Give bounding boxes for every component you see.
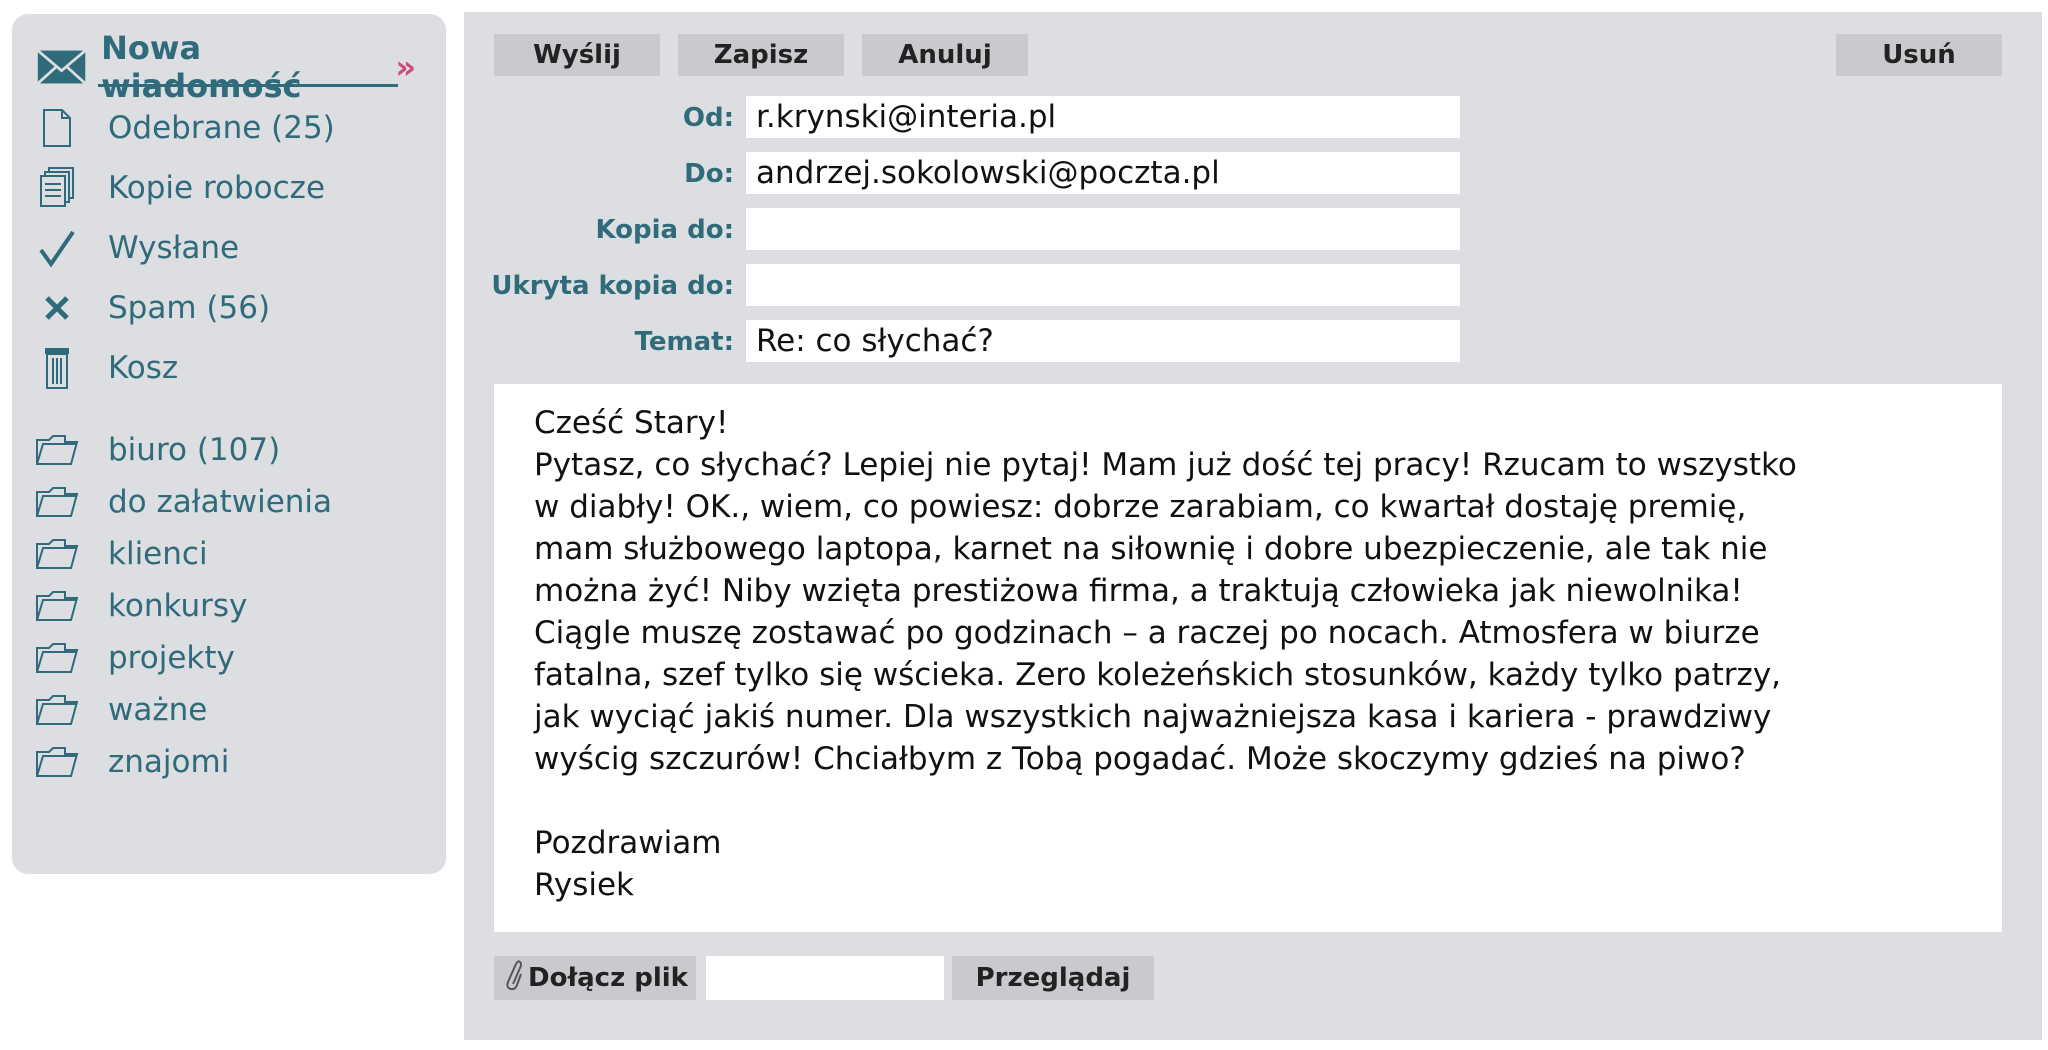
sidebar: Nowa wiadomość » Odebrane (25) Kopie rob… bbox=[12, 14, 446, 874]
send-button[interactable]: Wyślij bbox=[494, 34, 660, 76]
spam-x-icon bbox=[32, 286, 82, 330]
new-message-label: Nowa wiadomość bbox=[101, 29, 302, 105]
browse-button[interactable]: Przeglądaj bbox=[952, 956, 1154, 1000]
body-signature: Rysiek bbox=[534, 867, 634, 903]
folder-item-biuro[interactable]: biuro (107) bbox=[32, 424, 432, 476]
folder-icon bbox=[32, 532, 82, 576]
subject-field[interactable]: Re: co słychać? bbox=[746, 320, 1460, 362]
body-line: mam służbowego laptopa, karnet na siłown… bbox=[534, 531, 1768, 567]
body-line: jak wyciąć jakiś numer. Dla wszystkich n… bbox=[534, 699, 1772, 735]
folder-item-do-zalatwienia[interactable]: do załatwienia bbox=[32, 476, 432, 528]
body-line: w diabły! OK., wiem, co powiesz: dobrze … bbox=[534, 489, 1747, 525]
subject-label: Temat: bbox=[634, 327, 734, 357]
delete-button[interactable]: Usuń bbox=[1836, 34, 2002, 76]
cancel-button[interactable]: Anuluj bbox=[862, 34, 1028, 76]
folder-icon bbox=[32, 636, 82, 680]
cc-field[interactable] bbox=[746, 208, 1460, 250]
sidebar-item-spam[interactable]: Spam (56) bbox=[32, 282, 432, 334]
document-icon bbox=[32, 106, 82, 150]
bcc-field[interactable] bbox=[746, 264, 1460, 306]
sidebar-item-label: Kosz bbox=[108, 350, 179, 386]
folder-item-wazne[interactable]: ważne bbox=[32, 684, 432, 736]
body-line: fatalna, szef tylko się wścieka. Zero ko… bbox=[534, 657, 1782, 693]
body-greeting: Cześć Stary! bbox=[534, 405, 729, 441]
folder-icon bbox=[32, 428, 82, 472]
body-line: Ciągle muszę zostawać po godzinach – a r… bbox=[534, 615, 1760, 651]
file-path-input[interactable] bbox=[706, 956, 944, 1000]
message-body[interactable]: Cześć Stary! Pytasz, co słychać? Lepiej … bbox=[494, 384, 2002, 932]
sidebar-item-label: Kopie robocze bbox=[108, 170, 326, 206]
sidebar-item-label: Odebrane (25) bbox=[108, 110, 335, 146]
drafts-icon bbox=[32, 166, 82, 210]
body-line: Pytasz, co słychać? Lepiej nie pytaj! Ma… bbox=[534, 447, 1797, 483]
sidebar-item-label: Wysłane bbox=[108, 230, 240, 266]
body-line: wyścig szczurów! Chciałbym z Tobą pogada… bbox=[534, 741, 1746, 777]
folder-item-znajomi[interactable]: znajomi bbox=[32, 736, 432, 788]
sidebar-item-drafts[interactable]: Kopie robocze bbox=[32, 162, 432, 214]
sidebar-item-sent[interactable]: Wysłane bbox=[32, 222, 432, 274]
compose-panel: Wyślij Zapisz Anuluj Usuń Od: r.krynski@… bbox=[464, 12, 2042, 1040]
folder-label: biuro (107) bbox=[108, 432, 281, 468]
to-field[interactable]: andrzej.sokolowski@poczta.pl bbox=[746, 152, 1460, 194]
folder-label: projekty bbox=[108, 640, 235, 676]
attach-file-label: Dołącz plik bbox=[528, 963, 688, 993]
from-field[interactable]: r.krynski@interia.pl bbox=[746, 96, 1460, 138]
from-label: Od: bbox=[682, 103, 734, 133]
bcc-label: Ukryta kopia do: bbox=[491, 271, 734, 301]
to-label: Do: bbox=[684, 159, 734, 189]
chevron-double-right-icon: » bbox=[395, 48, 416, 86]
folder-icon bbox=[32, 584, 82, 628]
folder-icon bbox=[32, 688, 82, 732]
compose-underline bbox=[98, 84, 398, 87]
cc-label: Kopia do: bbox=[595, 215, 734, 245]
folder-item-konkursy[interactable]: konkursy bbox=[32, 580, 432, 632]
save-button[interactable]: Zapisz bbox=[678, 34, 844, 76]
folder-item-projekty[interactable]: projekty bbox=[32, 632, 432, 684]
envelope-icon bbox=[36, 49, 87, 85]
folder-label: ważne bbox=[108, 692, 208, 728]
sidebar-item-label: Spam (56) bbox=[108, 290, 271, 326]
body-closing: Pozdrawiam bbox=[534, 825, 722, 861]
folder-icon bbox=[32, 740, 82, 784]
body-line: można żyć! Niby wzięta prestiżowa firma,… bbox=[534, 573, 1743, 609]
folder-icon bbox=[32, 480, 82, 524]
checkmark-icon bbox=[32, 226, 82, 270]
attach-file-button[interactable]: Dołącz plik bbox=[494, 956, 696, 1000]
folder-label: klienci bbox=[108, 536, 208, 572]
trash-icon bbox=[32, 346, 82, 390]
folder-label: konkursy bbox=[108, 588, 248, 624]
sidebar-item-inbox[interactable]: Odebrane (25) bbox=[32, 102, 432, 154]
folder-label: znajomi bbox=[108, 744, 230, 780]
new-message-link[interactable]: Nowa wiadomość » bbox=[36, 29, 416, 105]
folder-item-klienci[interactable]: klienci bbox=[32, 528, 432, 580]
sidebar-item-trash[interactable]: Kosz bbox=[32, 342, 432, 394]
paperclip-icon bbox=[502, 958, 523, 999]
folder-label: do załatwienia bbox=[108, 484, 333, 520]
